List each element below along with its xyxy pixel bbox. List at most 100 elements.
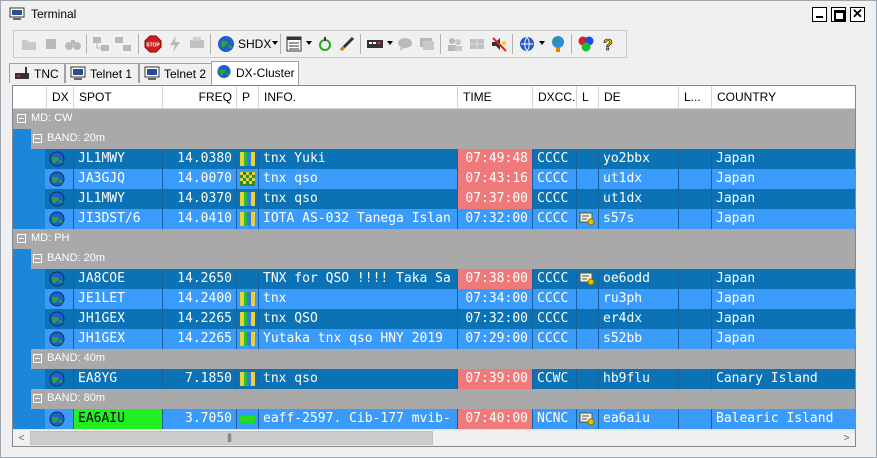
title-bar[interactable]: Terminal ✕ [1,1,876,27]
spot-row[interactable]: JA3GJQ 14.0070 tnx qso 07:43:16 CCCC ut1dx Jap… [13,169,855,189]
header-l[interactable]: L [577,86,599,108]
cell-dxcc: NCNC [533,409,577,429]
collapse-toggle-icon[interactable] [17,114,26,123]
keyboard-icon[interactable] [366,35,384,53]
shdx-dropdown-arrow[interactable] [272,41,278,45]
network-icon[interactable] [518,35,536,53]
spot-row[interactable]: JI3DST/6 14.0410 IOTA AS-032 Tanega Islan 0… [13,209,855,229]
spot-row[interactable]: EA8YG 7.1850 tnx qso 07:39:00 CCWC hb9flu Cana… [13,369,855,389]
header-country[interactable]: COUNTRY [712,86,855,108]
pen-icon[interactable] [338,35,356,53]
spot-row[interactable]: JH1GEX 14.2265 tnx QSO 07:32:00 CCCC er4dx Jap… [13,309,855,329]
cell-de: ea6aiu [599,409,679,429]
mode-group-row[interactable]: MD: PH [13,229,855,249]
header-spot[interactable]: SPOT [74,86,163,108]
collapse-toggle-icon[interactable] [33,354,42,363]
cell-l2 [679,309,712,329]
cell-de-text: yo2bbx [603,151,650,166]
grid-icon[interactable] [468,35,486,53]
disconnect-icon[interactable] [114,35,132,53]
mute-icon[interactable] [490,35,508,53]
band-group-row[interactable]: BAND: 20m [13,129,855,149]
connect-icon[interactable] [92,35,110,53]
header-p[interactable]: P [237,86,259,108]
chat-icon[interactable] [418,35,436,53]
cell-info: tnx Yuki [259,149,458,169]
cell-time-text: 07:49:48 [465,151,528,166]
speech-bubble-icon[interactable] [396,35,414,53]
scrollbar-thumb[interactable]: ||| [30,431,433,445]
filter-dropdown-arrow[interactable] [306,41,312,45]
binoculars-icon[interactable] [64,35,82,53]
spot-row[interactable]: JE1LET 14.2400 tnx 07:34:00 CCCC ru3ph Japan [13,289,855,309]
open-folder-icon[interactable] [20,35,38,53]
tab-telnet-2[interactable]: Telnet 2 [139,63,213,83]
band-group-row[interactable]: BAND: 20m [13,249,855,269]
cell-info: tnx [259,289,458,309]
terminal-icon [70,66,86,80]
cell-info-text: TNX for QSO !!!! Taka Sa [263,271,451,286]
header-l2[interactable]: L... [679,86,712,108]
radio-icon[interactable] [316,35,334,53]
close-button[interactable]: ✕ [850,6,865,22]
rgb-circles-icon[interactable] [577,35,595,53]
stop-square-icon[interactable] [42,35,60,53]
band-group-row[interactable]: BAND: 40m [13,349,855,369]
tnc-icon [15,67,29,79]
keyboard-dropdown-arrow[interactable] [387,41,393,45]
world-pin-icon[interactable] [549,35,567,53]
header-time[interactable]: TIME [458,86,533,108]
band-group-label: BAND: 20m [47,132,106,144]
cell-l2 [679,189,712,209]
spot-row[interactable]: EA6AIU 3.7050 eaff-2597. Cib-177 mvib- 07:4… [13,409,855,429]
help-icon[interactable]: ? [599,35,617,53]
cell-info-text: Yutaka tnx qso HNY 2019 [263,331,444,346]
spot-row[interactable]: JH1GEX 14.2265 Yutaka tnx qso HNY 2019 07:2… [13,329,855,349]
header-dxcc[interactable]: DXCC. [533,86,577,108]
scroll-right-arrow-icon[interactable]: > [838,430,855,446]
spot-row[interactable]: JL1MWY 14.0370 tnx qso 07:37:00 CCCC ut1dx Jap… [13,189,855,209]
cell-freq-text: 14.0070 [177,171,232,186]
transfer-icon[interactable] [188,35,206,53]
cell-spot-text: EA8YG [78,371,118,386]
filter-list-icon[interactable] [285,35,303,53]
shdx-label[interactable]: SHDX [238,37,271,51]
cell-p [237,309,259,329]
header-de[interactable]: DE [599,86,679,108]
lightning-icon[interactable] [166,35,184,53]
scroll-left-arrow-icon[interactable]: < [13,430,30,446]
band-group-row[interactable]: BAND: 80m [13,389,855,409]
group-indent [13,209,45,229]
svg-text:STOP: STOP [146,43,160,49]
header-info[interactable]: INFO. [259,86,458,108]
license-card-icon [579,212,595,226]
stop-sign-icon[interactable]: STOP [144,35,162,53]
header-freq[interactable]: FREQ [163,86,237,108]
globe-icon[interactable] [217,35,235,53]
horizontal-scrollbar[interactable]: < ||| > [13,429,855,446]
tab-tnc[interactable]: TNC [9,63,65,83]
collapse-toggle-icon[interactable] [33,394,42,403]
cell-l2 [679,329,712,349]
spot-row[interactable]: JL1MWY 14.0380 tnx Yuki 07:49:48 CCCC yo2bbx J… [13,149,855,169]
collapse-toggle-icon[interactable] [33,134,42,143]
toolbar-separator [138,34,139,54]
mode-group-row[interactable]: MD: CW [13,109,855,129]
cell-info: TNX for QSO !!!! Taka Sa [259,269,458,289]
collapse-toggle-icon[interactable] [17,234,26,243]
spot-row[interactable]: JA8COE 14.2650 TNX for QSO !!!! Taka Sa 07:… [13,269,855,289]
tab-dx-cluster[interactable]: DX-Cluster [211,61,299,85]
collapse-toggle-icon[interactable] [33,254,42,263]
dx-cluster-grid[interactable]: DX SPOT FREQ P INFO. TIME DXCC. L DE L..… [12,85,856,447]
group-indent [13,329,45,349]
header-dx[interactable]: DX [47,86,74,108]
minimize-button[interactable] [812,7,827,22]
network-dropdown-arrow[interactable] [539,41,545,45]
cell-freq: 14.0070 [163,169,237,189]
maximize-button[interactable] [831,7,846,22]
cell-info: tnx qso [259,169,458,189]
cell-l [577,409,599,429]
users-icon[interactable] [446,35,464,53]
cell-spot-text: JA8COE [78,271,125,286]
tab-telnet-1[interactable]: Telnet 1 [65,63,139,83]
